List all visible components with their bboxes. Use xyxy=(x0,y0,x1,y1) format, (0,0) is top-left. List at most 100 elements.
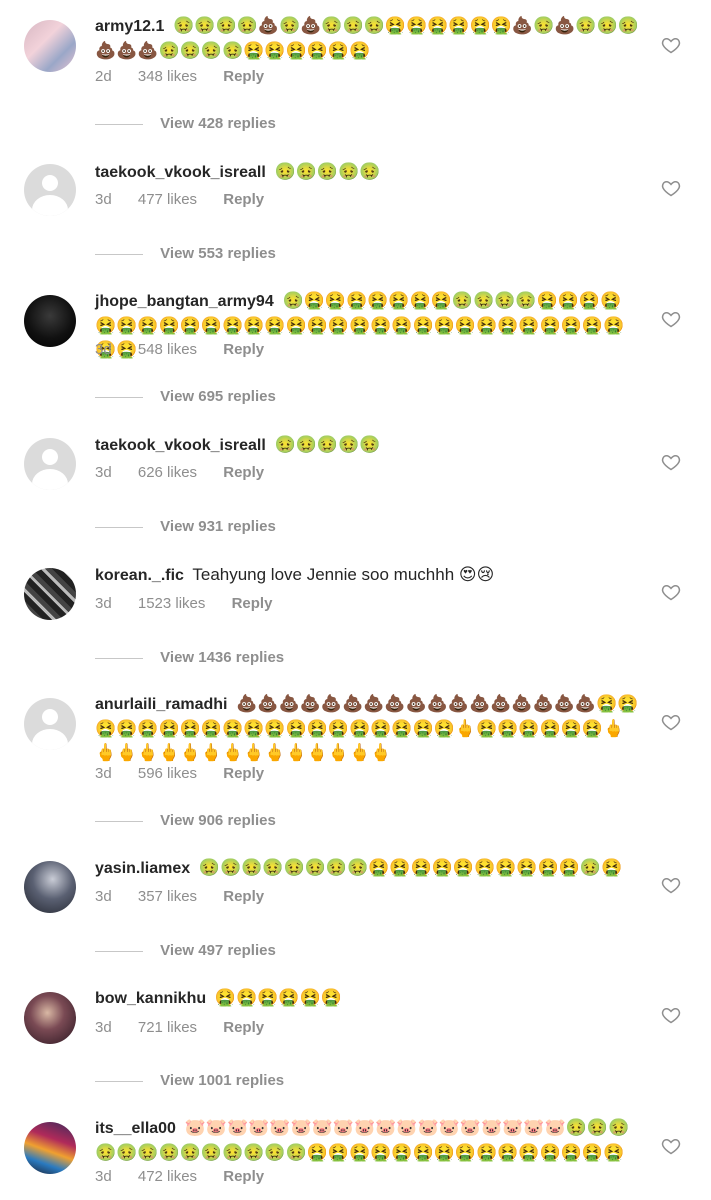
comment-text: bow_kannikhu 🤮🤮🤮🤮🤮🤮 xyxy=(95,986,640,1011)
comment-meta: 3d 477 likes Reply xyxy=(95,191,286,208)
comment-time: 3d xyxy=(95,888,112,905)
view-replies-link[interactable]: View 906 replies xyxy=(95,812,276,829)
view-replies-link[interactable]: View 497 replies xyxy=(95,942,276,959)
view-replies-link[interactable]: View 428 replies xyxy=(95,115,276,132)
replies-divider-line xyxy=(95,950,143,952)
view-replies-link[interactable]: View 553 replies xyxy=(95,245,276,262)
replies-divider-line xyxy=(95,1080,143,1082)
reply-button[interactable]: Reply xyxy=(223,1019,264,1036)
view-replies-label[interactable]: View 695 replies xyxy=(160,388,276,405)
comment-likes[interactable]: 348 likes xyxy=(138,68,197,85)
view-replies-label[interactable]: View 906 replies xyxy=(160,812,276,829)
comment-text: yasin.liamex 🤢🤢🤢🤢🤢🤢🤢🤢🤮🤮🤮🤮🤮🤮🤮🤮🤮🤮🤢🤮 xyxy=(95,856,640,881)
view-replies-label[interactable]: View 553 replies xyxy=(160,245,276,262)
comment-text: anurlaili_ramadhi 💩💩💩💩💩💩💩💩💩💩💩💩💩💩💩💩💩🤮🤮🤮🤮🤮… xyxy=(95,692,640,765)
comment-likes[interactable]: 357 likes xyxy=(138,888,197,905)
user-avatar[interactable] xyxy=(24,861,76,913)
default-avatar-head xyxy=(42,449,58,465)
heart-icon[interactable] xyxy=(661,178,681,198)
comment-meta: 3d 472 likes Reply xyxy=(95,1168,286,1185)
comment-likes[interactable]: 472 likes xyxy=(138,1168,197,1185)
comment-likes[interactable]: 626 likes xyxy=(138,464,197,481)
view-replies-label[interactable]: View 428 replies xyxy=(160,115,276,132)
user-avatar[interactable] xyxy=(24,295,76,347)
comment-likes[interactable]: 477 likes xyxy=(138,191,197,208)
default-avatar-shoulders xyxy=(32,195,68,216)
view-replies-link[interactable]: View 695 replies xyxy=(95,388,276,405)
comment-body: 🤢🤢🤢🤢🤢 xyxy=(274,435,381,454)
comment-likes[interactable]: 596 likes xyxy=(138,765,197,782)
view-replies-label[interactable]: View 1436 replies xyxy=(160,649,284,666)
comment-meta: 3d 721 likes Reply xyxy=(95,1019,286,1036)
heart-icon[interactable] xyxy=(661,452,681,472)
comment-text: its__ella00 🐷🐷🐷🐷🐷🐷🐷🐷🐷🐷🐷🐷🐷🐷🐷🐷🐷🐷🤢🤢🤢🤢🤢🤢🤢🤢🤢🤢… xyxy=(95,1116,640,1165)
heart-icon[interactable] xyxy=(661,309,681,329)
comment-username[interactable]: yasin.liamex xyxy=(95,860,190,877)
replies-divider-line xyxy=(95,396,143,398)
heart-icon[interactable] xyxy=(661,35,681,55)
view-replies-link[interactable]: View 1001 replies xyxy=(95,1072,284,1089)
reply-button[interactable]: Reply xyxy=(223,68,264,85)
reply-button[interactable]: Reply xyxy=(223,191,264,208)
heart-icon[interactable] xyxy=(661,875,681,895)
view-replies-label[interactable]: View 497 replies xyxy=(160,942,276,959)
comment-text: army12.1 🤢🤢🤢🤢💩🤢💩🤢🤢🤢🤮🤮🤮🤮🤮🤮💩🤢💩🤢🤢🤢💩💩💩🤢🤢🤢🤢🤮🤮… xyxy=(95,14,640,63)
heart-icon[interactable] xyxy=(661,1005,681,1025)
user-avatar[interactable] xyxy=(24,438,76,490)
user-avatar[interactable] xyxy=(24,20,76,72)
reply-button[interactable]: Reply xyxy=(223,765,264,782)
replies-divider-line xyxy=(95,123,143,125)
comment-username[interactable]: its__ella00 xyxy=(95,1120,176,1137)
comment-username[interactable]: korean._.fic xyxy=(95,567,184,584)
comment-username[interactable]: bow_kannikhu xyxy=(95,990,206,1007)
replies-divider-line xyxy=(95,253,143,255)
default-avatar-head xyxy=(42,175,58,191)
comment-likes[interactable]: 548 likes xyxy=(138,341,197,358)
comment-time: 2d xyxy=(95,68,112,85)
view-replies-label[interactable]: View 1001 replies xyxy=(160,1072,284,1089)
heart-icon[interactable] xyxy=(661,1136,681,1156)
comment-username[interactable]: taekook_vkook_isreall xyxy=(95,164,266,181)
reply-button[interactable]: Reply xyxy=(223,464,264,481)
view-replies-link[interactable]: View 931 replies xyxy=(95,518,276,535)
comment-meta: 3d 596 likes Reply xyxy=(95,765,286,782)
comment-likes[interactable]: 1523 likes xyxy=(138,595,206,612)
comment-body: Teahyung love Jennie soo muchhh 😍😢 xyxy=(192,565,495,584)
comment-meta: 2d 348 likes Reply xyxy=(95,68,286,85)
comment-likes[interactable]: 721 likes xyxy=(138,1019,197,1036)
view-replies-label[interactable]: View 931 replies xyxy=(160,518,276,535)
reply-button[interactable]: Reply xyxy=(223,888,264,905)
view-replies-link[interactable]: View 1436 replies xyxy=(95,649,284,666)
comment-body: 🤢🤢🤢🤢🤢 xyxy=(274,162,381,181)
user-avatar[interactable] xyxy=(24,568,76,620)
comment-text: taekook_vkook_isreall 🤢🤢🤢🤢🤢 xyxy=(95,433,640,458)
replies-divider-line xyxy=(95,820,143,822)
default-avatar-shoulders xyxy=(32,469,68,490)
comment-meta: 3d 1523 likes Reply xyxy=(95,595,294,612)
comment-time: 3d xyxy=(95,341,112,358)
comment-body: 🤮🤮🤮🤮🤮🤮 xyxy=(214,988,342,1007)
comment-meta: 3d 357 likes Reply xyxy=(95,888,286,905)
comment-time: 3d xyxy=(95,595,112,612)
comment-meta: 3d 548 likes Reply xyxy=(95,341,286,358)
comment-text: korean._.fic Teahyung love Jennie soo mu… xyxy=(95,563,640,588)
user-avatar[interactable] xyxy=(24,992,76,1044)
user-avatar[interactable] xyxy=(24,164,76,216)
reply-button[interactable]: Reply xyxy=(223,341,264,358)
user-avatar[interactable] xyxy=(24,1122,76,1174)
default-avatar-head xyxy=(42,709,58,725)
comment-meta: 3d 626 likes Reply xyxy=(95,464,286,481)
comment-username[interactable]: anurlaili_ramadhi xyxy=(95,696,228,713)
heart-icon[interactable] xyxy=(661,712,681,732)
comment-username[interactable]: taekook_vkook_isreall xyxy=(95,437,266,454)
comment-body: 🤢🤢🤢🤢💩🤢💩🤢🤢🤢🤮🤮🤮🤮🤮🤮💩🤢💩🤢🤢🤢💩💩💩🤢🤢🤢🤢🤮🤮🤮🤮🤮🤮 xyxy=(95,16,639,60)
user-avatar[interactable] xyxy=(24,698,76,750)
heart-icon[interactable] xyxy=(661,582,681,602)
reply-button[interactable]: Reply xyxy=(232,595,273,612)
comment-username[interactable]: jhope_bangtan_army94 xyxy=(95,293,274,310)
comment-time: 3d xyxy=(95,1168,112,1185)
replies-divider-line xyxy=(95,526,143,528)
comment-time: 3d xyxy=(95,191,112,208)
comment-username[interactable]: army12.1 xyxy=(95,18,164,35)
reply-button[interactable]: Reply xyxy=(223,1168,264,1185)
